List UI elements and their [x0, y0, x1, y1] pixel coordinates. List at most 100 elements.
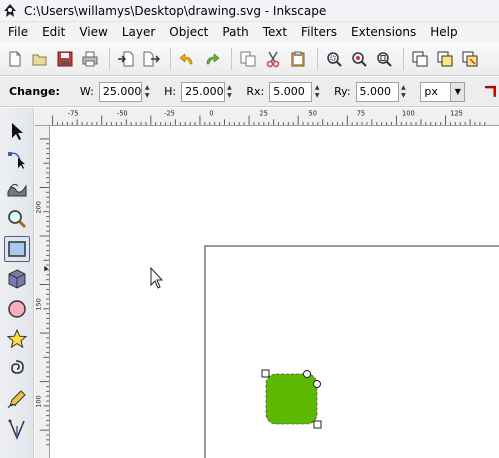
stepper-down-icon: ▼ — [227, 91, 232, 99]
ruler-label: 100 — [35, 395, 43, 407]
resize-handle-top-left[interactable] — [261, 369, 270, 378]
toolbar-separator — [170, 47, 171, 70]
export-icon — [143, 51, 160, 66]
cut-button[interactable] — [262, 48, 284, 70]
menu-bar: File Edit View Layer Object Path Text Fi… — [0, 22, 499, 42]
ruler-label: -75 — [68, 110, 79, 118]
corner-radius-handle-ry[interactable] — [313, 380, 321, 388]
menu-view[interactable]: View — [72, 22, 114, 42]
zoom-tool[interactable] — [4, 206, 30, 232]
menu-file[interactable]: File — [0, 22, 35, 42]
arrow-pointer-icon — [12, 123, 23, 140]
rectangle-tool[interactable] — [4, 236, 30, 262]
toolbar-separator — [231, 47, 232, 70]
stepper-up-icon: ▲ — [144, 83, 150, 91]
width-stepper[interactable]: ▲ ▼ — [142, 82, 152, 102]
width-field[interactable]: 25.000 — [98, 81, 143, 102]
ruler-label: -25 — [164, 110, 175, 118]
window-title: C:\Users\willamys\Desktop\drawing.svg - … — [24, 3, 327, 18]
ry-field[interactable]: 5.000 — [355, 81, 399, 102]
menu-object[interactable]: Object — [162, 22, 215, 42]
zoom-page-icon — [377, 51, 392, 67]
height-label: H: — [164, 85, 177, 98]
unit-value: px — [424, 85, 438, 98]
ruler-label: 100 — [402, 110, 415, 118]
duplicate-button[interactable] — [409, 48, 431, 70]
tweak-tool[interactable] — [4, 174, 30, 200]
menu-filters[interactable]: Filters — [294, 22, 344, 42]
3d-box-icon — [8, 269, 26, 289]
rectangle-icon — [8, 241, 26, 257]
drawing-canvas[interactable] — [51, 127, 499, 458]
unlink-clone-button[interactable] — [459, 48, 481, 70]
undo-icon — [179, 52, 193, 64]
print-button[interactable] — [79, 48, 101, 70]
ruler-label: 200 — [35, 201, 43, 213]
toolbar-separator — [403, 47, 404, 70]
node-tool[interactable] — [4, 146, 30, 172]
open-button[interactable] — [29, 48, 51, 70]
menu-edit[interactable]: Edit — [35, 22, 72, 42]
pencil-tool[interactable] — [4, 386, 30, 412]
zoom-page-button[interactable] — [373, 48, 395, 70]
duplicate-icon — [412, 51, 428, 66]
clone-button[interactable] — [434, 48, 456, 70]
paste-button[interactable] — [287, 48, 309, 70]
chevron-down-icon: ▼ — [450, 82, 465, 101]
node-editor-icon — [8, 152, 25, 169]
rx-stepper[interactable]: ▲ ▼ — [312, 82, 322, 102]
menu-text[interactable]: Text — [256, 22, 294, 42]
redo-button[interactable] — [201, 48, 223, 70]
inkscape-logo-icon — [4, 3, 16, 17]
height-field[interactable]: 25.000 — [181, 81, 225, 102]
corner-radius-handle-rx[interactable] — [303, 370, 311, 378]
star-tool[interactable] — [4, 326, 30, 352]
pencil-icon — [7, 390, 26, 409]
new-document-button[interactable] — [4, 48, 26, 70]
star-icon — [6, 328, 28, 349]
pen-tool[interactable] — [4, 416, 30, 442]
zoom-drawing-button[interactable] — [348, 48, 370, 70]
3d-box-tool[interactable] — [4, 266, 30, 292]
ellipse-tool[interactable] — [4, 296, 30, 322]
stepper-down-icon: ▼ — [314, 91, 320, 99]
ry-value: 5.000 — [359, 85, 392, 98]
ry-stepper[interactable]: ▲ ▼ — [399, 82, 409, 102]
spiral-icon — [11, 360, 24, 374]
ruler-label: 75 — [357, 110, 365, 118]
menu-extensions[interactable]: Extensions — [344, 22, 423, 42]
spiral-tool[interactable] — [4, 356, 30, 382]
rounded-rectangle-shape[interactable] — [265, 373, 318, 425]
save-icon — [57, 51, 73, 66]
menu-path[interactable]: Path — [215, 22, 255, 42]
reset-corners-button[interactable] — [483, 84, 499, 100]
export-button[interactable] — [140, 48, 162, 70]
vertical-ruler[interactable]: 200 150 100 — [35, 126, 50, 458]
resize-handle-bottom-right[interactable] — [313, 420, 322, 429]
undo-button[interactable] — [176, 48, 198, 70]
import-button[interactable] — [115, 48, 137, 70]
rx-field[interactable]: 5.000 — [269, 81, 313, 102]
ruler-marker-icon — [44, 265, 49, 272]
height-stepper[interactable]: ▲ ▼ — [225, 82, 235, 102]
menu-layer[interactable]: Layer — [115, 22, 162, 42]
ruler-label: 150 — [35, 298, 43, 310]
zoom-drawing-icon — [352, 51, 367, 67]
unit-select[interactable]: px ▼ — [420, 81, 466, 102]
ruler-label: 25 — [259, 110, 267, 118]
selector-tool[interactable] — [4, 118, 30, 144]
zoom-selection-button[interactable] — [323, 48, 345, 70]
menu-help[interactable]: Help — [423, 22, 464, 42]
tweak-icon — [7, 183, 27, 197]
tool-controls-bar: Change: W: 25.000 ▲ ▼ H: 25.000 ▲ ▼ Rx: 5.… — [0, 77, 499, 107]
horizontal-ruler[interactable]: -75 -50 -25 0 25 50 75 100 125 — [35, 108, 499, 126]
redo-icon — [206, 52, 220, 64]
import-icon — [118, 51, 134, 66]
stepper-down-icon: ▼ — [144, 91, 150, 99]
copy-icon — [240, 51, 256, 66]
rx-label: Rx: — [246, 85, 265, 98]
commands-toolbar — [0, 42, 499, 76]
save-button[interactable] — [54, 48, 76, 70]
print-icon — [82, 51, 98, 66]
copy-button[interactable] — [237, 48, 259, 70]
